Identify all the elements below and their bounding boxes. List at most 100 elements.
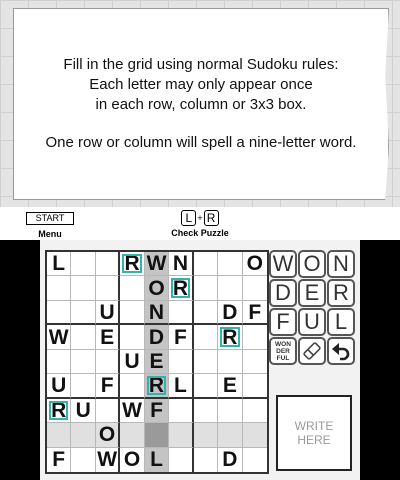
grid-cell[interactable]: [120, 374, 145, 399]
grid-cell[interactable]: [193, 423, 219, 448]
grid-cell[interactable]: U: [71, 398, 96, 424]
letter-key-w[interactable]: W: [269, 250, 297, 278]
grid-cell[interactable]: U: [47, 374, 72, 399]
grid-cell[interactable]: [218, 398, 243, 424]
grid-cell[interactable]: R: [120, 252, 145, 277]
grid-cell[interactable]: [193, 300, 219, 326]
grid-cell[interactable]: [218, 423, 243, 448]
grid-cell[interactable]: E: [95, 325, 121, 350]
grid-cell[interactable]: [95, 252, 121, 277]
grid-cell[interactable]: [193, 325, 219, 350]
grid-cell[interactable]: W: [120, 398, 145, 424]
grid-cell[interactable]: [71, 276, 96, 301]
grid-cell[interactable]: F: [242, 300, 267, 326]
grid-cell[interactable]: [95, 349, 121, 375]
grid-cell[interactable]: [242, 325, 267, 350]
grid-cell[interactable]: O: [120, 447, 145, 472]
grid-cell[interactable]: O: [242, 252, 267, 277]
grid-cell[interactable]: O: [144, 276, 170, 301]
grid-cell[interactable]: W: [95, 447, 121, 472]
letter-key-o[interactable]: O: [298, 250, 326, 278]
grid-cell[interactable]: [242, 423, 267, 448]
grid-cell[interactable]: L: [169, 374, 194, 399]
grid-cell[interactable]: [120, 300, 145, 326]
word-view-icon[interactable]: WON DER FUL: [269, 337, 297, 365]
grid-cell[interactable]: [218, 349, 243, 375]
grid-cell[interactable]: [242, 276, 267, 301]
grid-cell[interactable]: R: [218, 325, 243, 350]
grid-cell[interactable]: [120, 423, 145, 448]
grid-cell[interactable]: [169, 398, 194, 424]
grid-cell[interactable]: [218, 252, 243, 277]
undo-icon[interactable]: [327, 337, 355, 365]
grid-cell[interactable]: [193, 252, 219, 277]
grid-cell[interactable]: [71, 423, 96, 448]
grid-cell[interactable]: R: [169, 276, 194, 301]
grid-cell[interactable]: [144, 423, 170, 448]
grid-cell[interactable]: [242, 447, 267, 472]
grid-cell[interactable]: [242, 374, 267, 399]
grid-cell[interactable]: F: [95, 374, 121, 399]
grid-cell[interactable]: [71, 447, 96, 472]
grid-cell[interactable]: [193, 398, 219, 424]
grid-cell[interactable]: [169, 349, 194, 375]
tool-row: WON DER FUL: [269, 337, 357, 365]
grid-cell[interactable]: [47, 349, 72, 375]
grid-cell[interactable]: L: [47, 252, 72, 277]
write-here-pad[interactable]: WRITE HERE: [276, 395, 352, 471]
plus-sign: +: [197, 212, 203, 223]
grid-cell[interactable]: [95, 398, 121, 424]
grid-cell[interactable]: [47, 300, 72, 326]
grid-cell[interactable]: [120, 276, 145, 301]
grid-cell[interactable]: [169, 447, 194, 472]
grid-cell[interactable]: [95, 276, 121, 301]
grid-cell[interactable]: [47, 423, 72, 448]
check-puzzle-button[interactable]: L + R Check Puzzle: [162, 209, 238, 238]
grid-cell[interactable]: D: [144, 325, 170, 350]
grid-cell[interactable]: E: [144, 349, 170, 375]
grid-cell[interactable]: [193, 447, 219, 472]
grid-cell[interactable]: F: [144, 398, 170, 424]
grid-cell[interactable]: F: [169, 325, 194, 350]
grid-cell[interactable]: D: [218, 447, 243, 472]
grid-cell[interactable]: O: [95, 423, 121, 448]
letter-key-e[interactable]: E: [298, 279, 326, 307]
grid-cell[interactable]: [169, 300, 194, 326]
grid-cell[interactable]: F: [47, 447, 72, 472]
letter-key-u[interactable]: U: [298, 308, 326, 336]
grid-cell[interactable]: R: [47, 398, 72, 424]
letter-key-d[interactable]: D: [269, 279, 297, 307]
grid-cell[interactable]: [193, 374, 219, 399]
grid-cell[interactable]: [242, 349, 267, 375]
grid-cell[interactable]: [193, 276, 219, 301]
letter-key-l[interactable]: L: [327, 308, 355, 336]
grid-cell[interactable]: L: [144, 447, 170, 472]
grid-cell[interactable]: [120, 325, 145, 350]
letter-key-f[interactable]: F: [269, 308, 297, 336]
grid-cell[interactable]: R: [144, 374, 170, 399]
grid-cell[interactable]: W: [144, 252, 170, 277]
menu-button[interactable]: START Menu: [26, 212, 74, 239]
eraser-glyph: [303, 342, 321, 360]
grid-cell[interactable]: W: [47, 325, 72, 350]
grid-cell[interactable]: [218, 276, 243, 301]
grid-cell[interactable]: U: [120, 349, 145, 375]
grid-cell[interactable]: [47, 276, 72, 301]
letter-key-n[interactable]: N: [327, 250, 355, 278]
word-hint: One row or column will spell a nine-lett…: [45, 134, 357, 151]
letter-key-r[interactable]: R: [327, 279, 355, 307]
grid-cell[interactable]: [169, 423, 194, 448]
grid-cell[interactable]: [71, 349, 96, 375]
grid-cell[interactable]: [193, 349, 219, 375]
grid-cell[interactable]: [71, 374, 96, 399]
grid-cell[interactable]: [242, 398, 267, 424]
grid-cell[interactable]: [71, 300, 96, 326]
grid-cell[interactable]: E: [218, 374, 243, 399]
eraser-icon[interactable]: [298, 337, 326, 365]
grid-cell[interactable]: [71, 325, 96, 350]
grid-cell[interactable]: [71, 252, 96, 277]
grid-cell[interactable]: N: [144, 300, 170, 326]
grid-cell[interactable]: N: [169, 252, 194, 277]
grid-cell[interactable]: U: [95, 300, 121, 326]
grid-cell[interactable]: D: [218, 300, 243, 326]
